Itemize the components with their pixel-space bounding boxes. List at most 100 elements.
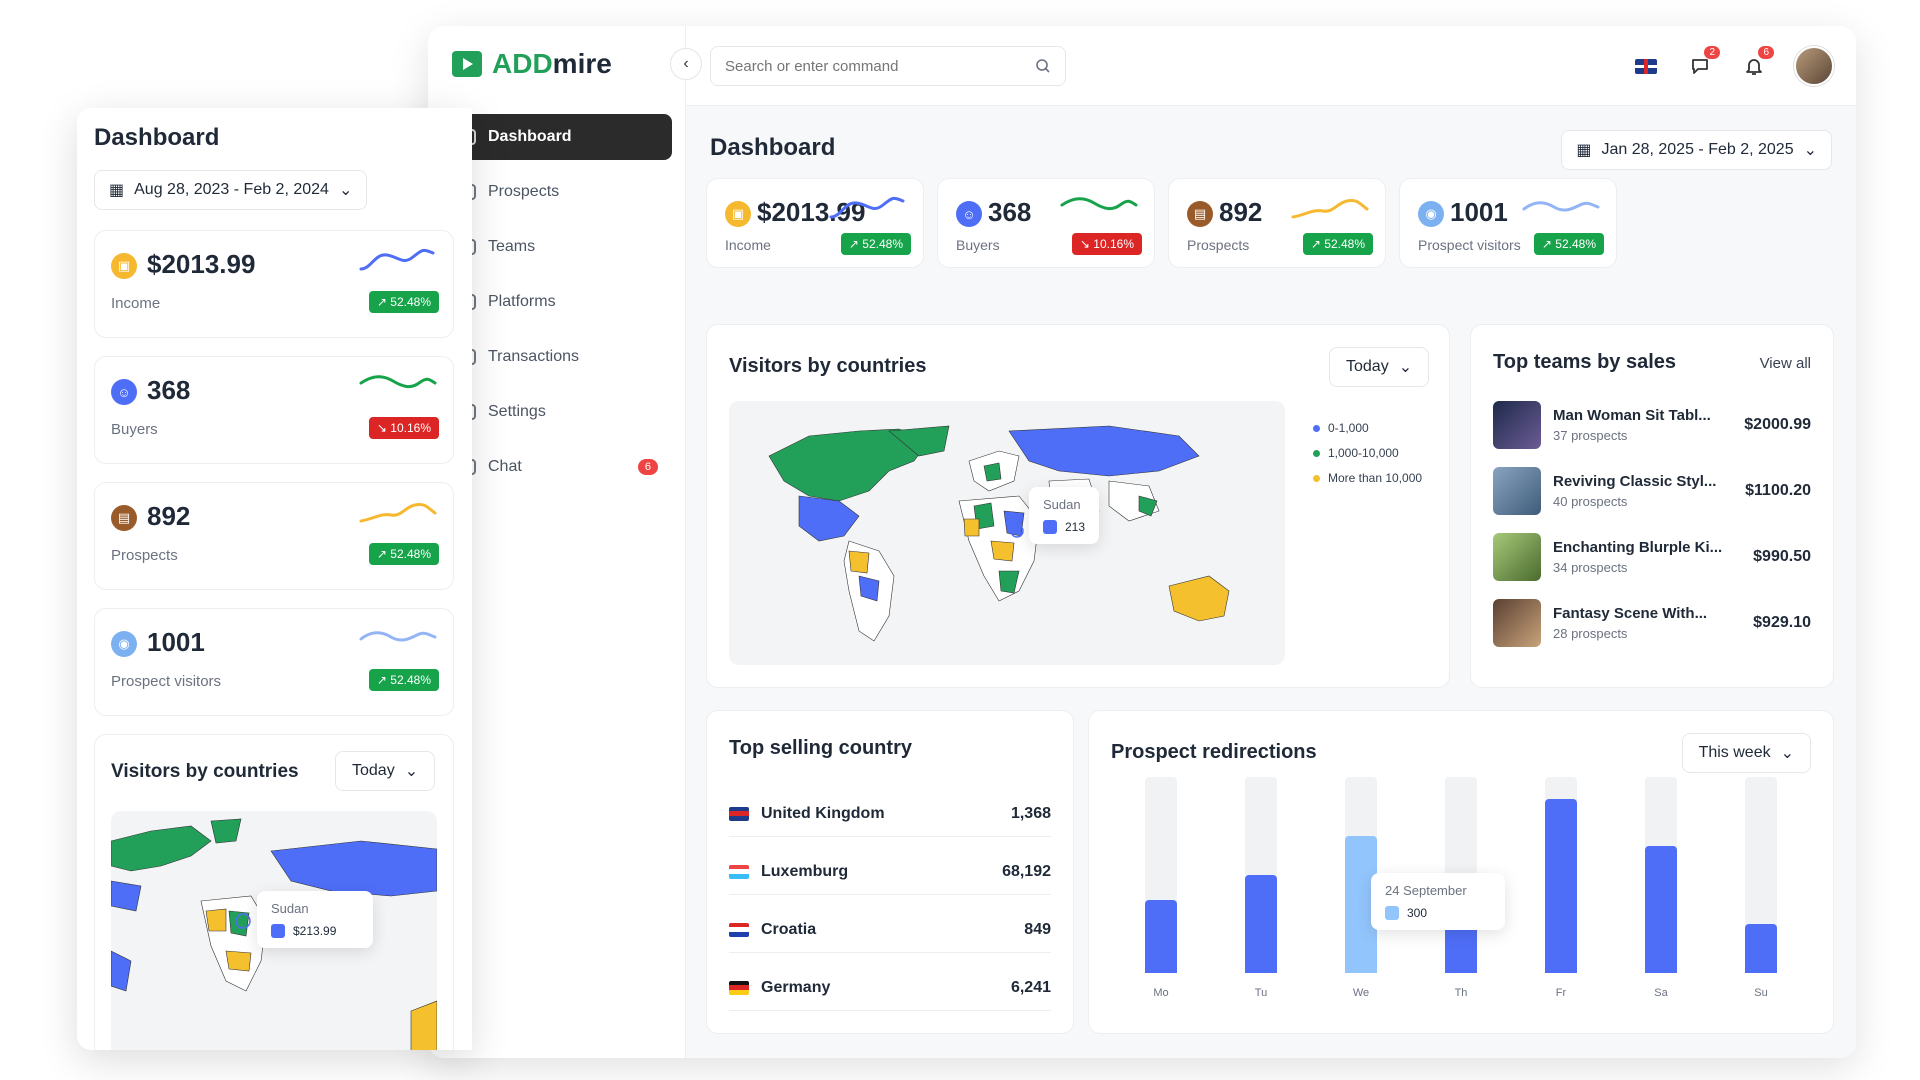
left-visitors-period-dropdown[interactable]: Today ⌄ bbox=[335, 751, 436, 791]
kpi-label: Income bbox=[725, 237, 771, 253]
legend-label: More than 10,000 bbox=[1328, 471, 1423, 485]
left-date-range-picker[interactable]: ▦ Aug 28, 2023 - Feb 2, 2024 ⌄ bbox=[94, 170, 368, 210]
country-value: 1,368 bbox=[1010, 804, 1051, 822]
sidebar-item-prospects[interactable]: Prospects bbox=[442, 169, 672, 215]
team-list-item[interactable]: Enchanting Blurple Ki... 34 prospects $990… bbox=[1493, 531, 1811, 583]
sidebar-item-platforms[interactable]: Platforms bbox=[442, 279, 672, 325]
prospect-redirections-card: Prospect redirections This week ⌄ Mo Tu We… bbox=[1088, 710, 1834, 1034]
team-prospects: 28 prospects bbox=[1553, 626, 1628, 641]
main-window: ADDmire Dashboard Prospects Teams Platforms… bbox=[428, 26, 1856, 1058]
visitors-period-dropdown[interactable]: Today ⌄ bbox=[1329, 347, 1430, 387]
team-thumbnail bbox=[1493, 533, 1541, 581]
messages-button[interactable]: 2 bbox=[1686, 46, 1720, 80]
kpi-value: 1001 bbox=[1450, 197, 1508, 227]
world-map[interactable]: Sudan 213 bbox=[729, 401, 1285, 665]
kpi-change-badge: ↘ 10.16% bbox=[368, 417, 439, 439]
sparkline-icon bbox=[1522, 201, 1600, 212]
sidebar-item-chat[interactable]: Chat 6 bbox=[442, 444, 672, 490]
arrow-up-right-icon: ↗ bbox=[1541, 237, 1556, 251]
visitors-by-countries-card: Visitors by countries Today ⌄ Sudan 213 … bbox=[706, 324, 1450, 688]
team-text: Man Woman Sit Tabl... 37 prospects bbox=[1553, 407, 1711, 443]
country-row[interactable]: United Kingdom 1,368 bbox=[729, 791, 1051, 837]
map-tooltip: Sudan 213 bbox=[1029, 487, 1100, 544]
kpi-card-prospect-visitors[interactable]: ◉ 1001 Prospect visitors ↗ 52.48% bbox=[1399, 178, 1617, 268]
date-range-picker[interactable]: ▦ Jan 28, 2025 - Feb 2, 2025 ⌄ bbox=[1561, 130, 1832, 170]
bar-fr[interactable] bbox=[1545, 798, 1577, 973]
bar-mo[interactable] bbox=[1145, 900, 1177, 973]
team-thumbnail bbox=[1493, 467, 1541, 515]
legend-item: 1,000-10,000 bbox=[1313, 446, 1422, 460]
team-list-item[interactable]: Man Woman Sit Tabl... 37 prospects $2000.9… bbox=[1493, 399, 1811, 451]
legend-item: More than 10,000 bbox=[1313, 471, 1422, 485]
country-name: Croatia bbox=[761, 920, 817, 938]
left-world-map[interactable]: Sudan $213.99 bbox=[111, 811, 437, 1050]
team-name: Man Woman Sit Tabl... bbox=[1553, 407, 1711, 424]
bar-label: Su bbox=[1754, 987, 1768, 999]
bar-tooltip: 24 September 300 bbox=[1371, 873, 1505, 930]
redirections-period-dropdown[interactable]: This week ⌄ bbox=[1681, 733, 1811, 773]
brand-logo[interactable]: ADDmire bbox=[452, 48, 612, 80]
left-kpi-card-income[interactable]: ▣ $2013.99 Income ↗ 52.48% bbox=[94, 230, 454, 338]
left-visitors-card: Visitors by countries Today ⌄ Sudan $213… bbox=[94, 734, 454, 1050]
bar-sa[interactable] bbox=[1645, 845, 1677, 973]
chevron-down-icon: ⌄ bbox=[1780, 745, 1794, 762]
left-map-tooltip: Sudan $213.99 bbox=[257, 891, 373, 948]
country-row[interactable]: Croatia 849 bbox=[729, 907, 1051, 953]
kpi-change-badge: ↗ 52.48% bbox=[368, 543, 439, 565]
kpi-value: 892 bbox=[1219, 197, 1263, 227]
chevron-down-icon: ⌄ bbox=[1803, 142, 1817, 159]
language-button[interactable] bbox=[1632, 52, 1660, 80]
kpi-label: Prospects bbox=[111, 547, 178, 564]
sidebar-item-label: Chat bbox=[488, 458, 522, 475]
sidebar-item-settings[interactable]: Settings bbox=[442, 389, 672, 435]
bar-su[interactable] bbox=[1745, 924, 1777, 973]
kpi-change-value: 10.16% bbox=[1093, 237, 1134, 251]
bar-tu[interactable] bbox=[1245, 875, 1277, 973]
kpi-card-buyers[interactable]: ☺ 368 Buyers ↘ 10.16% bbox=[937, 178, 1155, 268]
collapse-sidebar-button[interactable]: ‹ bbox=[670, 48, 702, 80]
bar-label: Fr bbox=[1555, 987, 1567, 999]
left-kpi-card-prospect-visitors[interactable]: ◉ 1001 Prospect visitors ↗ 52.48% bbox=[94, 608, 454, 716]
country-row[interactable]: Luxemburg 68,192 bbox=[729, 849, 1051, 895]
legend-swatch-icon bbox=[1043, 520, 1057, 534]
sidebar-item-teams[interactable]: Teams bbox=[442, 224, 672, 270]
sidebar-item-label: Settings bbox=[488, 403, 546, 420]
team-list-item[interactable]: Fantasy Scene With... 28 prospects $929.10 bbox=[1493, 597, 1811, 649]
team-name: Fantasy Scene With... bbox=[1553, 605, 1708, 622]
team-list-item[interactable]: Reviving Classic Styl... 40 prospects $110… bbox=[1493, 465, 1811, 517]
kpi-card-prospects[interactable]: ▤ 892 Prospects ↗ 52.48% bbox=[1168, 178, 1386, 268]
kpi-change-value: 52.48% bbox=[862, 237, 903, 251]
kpi-icon: ◉ bbox=[1418, 201, 1444, 227]
left-kpi-card-buyers[interactable]: ☺ 368 Buyers ↘ 10.16% bbox=[94, 356, 454, 464]
left-kpi-card-prospects[interactable]: ▤ 892 Prospects ↗ 52.48% bbox=[94, 482, 454, 590]
search-box[interactable] bbox=[710, 46, 1066, 86]
search-input[interactable] bbox=[725, 57, 1035, 75]
view-all-link[interactable]: View all bbox=[1760, 355, 1811, 372]
sidebar-item-transactions[interactable]: Transactions bbox=[442, 334, 672, 380]
team-name: Reviving Classic Styl... bbox=[1553, 473, 1717, 490]
bar-label: Th bbox=[1454, 987, 1468, 999]
country-row[interactable]: Germany 6,241 bbox=[729, 965, 1051, 1011]
arrow-down-right-icon: ↘ bbox=[376, 421, 391, 435]
notifications-button[interactable]: 6 bbox=[1740, 46, 1774, 80]
germany-flag-icon bbox=[729, 980, 749, 995]
kpi-label: Prospects bbox=[1187, 237, 1250, 253]
left-page-title: Dashboard bbox=[94, 124, 220, 151]
kpi-value: 892 bbox=[147, 501, 191, 531]
sidebar-item-label: Dashboard bbox=[488, 128, 572, 145]
team-price: $990.50 bbox=[1753, 548, 1811, 565]
top-selling-title: Top selling country bbox=[729, 737, 912, 759]
mobile-preview-panel: Dashboard ▦ Aug 28, 2023 - Feb 2, 2024 ⌄… bbox=[77, 108, 472, 1050]
page-title: Dashboard bbox=[710, 134, 836, 161]
sparkline-icon bbox=[359, 631, 437, 642]
top-teams-card: Top teams by sales View all Man Woman Si… bbox=[1470, 324, 1834, 688]
top-teams-title: Top teams by sales bbox=[1493, 351, 1677, 373]
sidebar-item-dashboard[interactable]: Dashboard bbox=[442, 114, 672, 160]
kpi-change-badge: ↗ 52.48% bbox=[1533, 233, 1604, 255]
user-avatar[interactable] bbox=[1794, 46, 1834, 86]
kpi-card-income[interactable]: ▣ $2013.99 Income ↗ 52.48% bbox=[706, 178, 924, 268]
team-price: $2000.99 bbox=[1744, 416, 1811, 433]
chevron-down-icon: ⌄ bbox=[404, 763, 419, 780]
map-tooltip-value: 213 bbox=[1065, 520, 1086, 534]
left-map-tooltip-country: Sudan bbox=[271, 901, 309, 916]
